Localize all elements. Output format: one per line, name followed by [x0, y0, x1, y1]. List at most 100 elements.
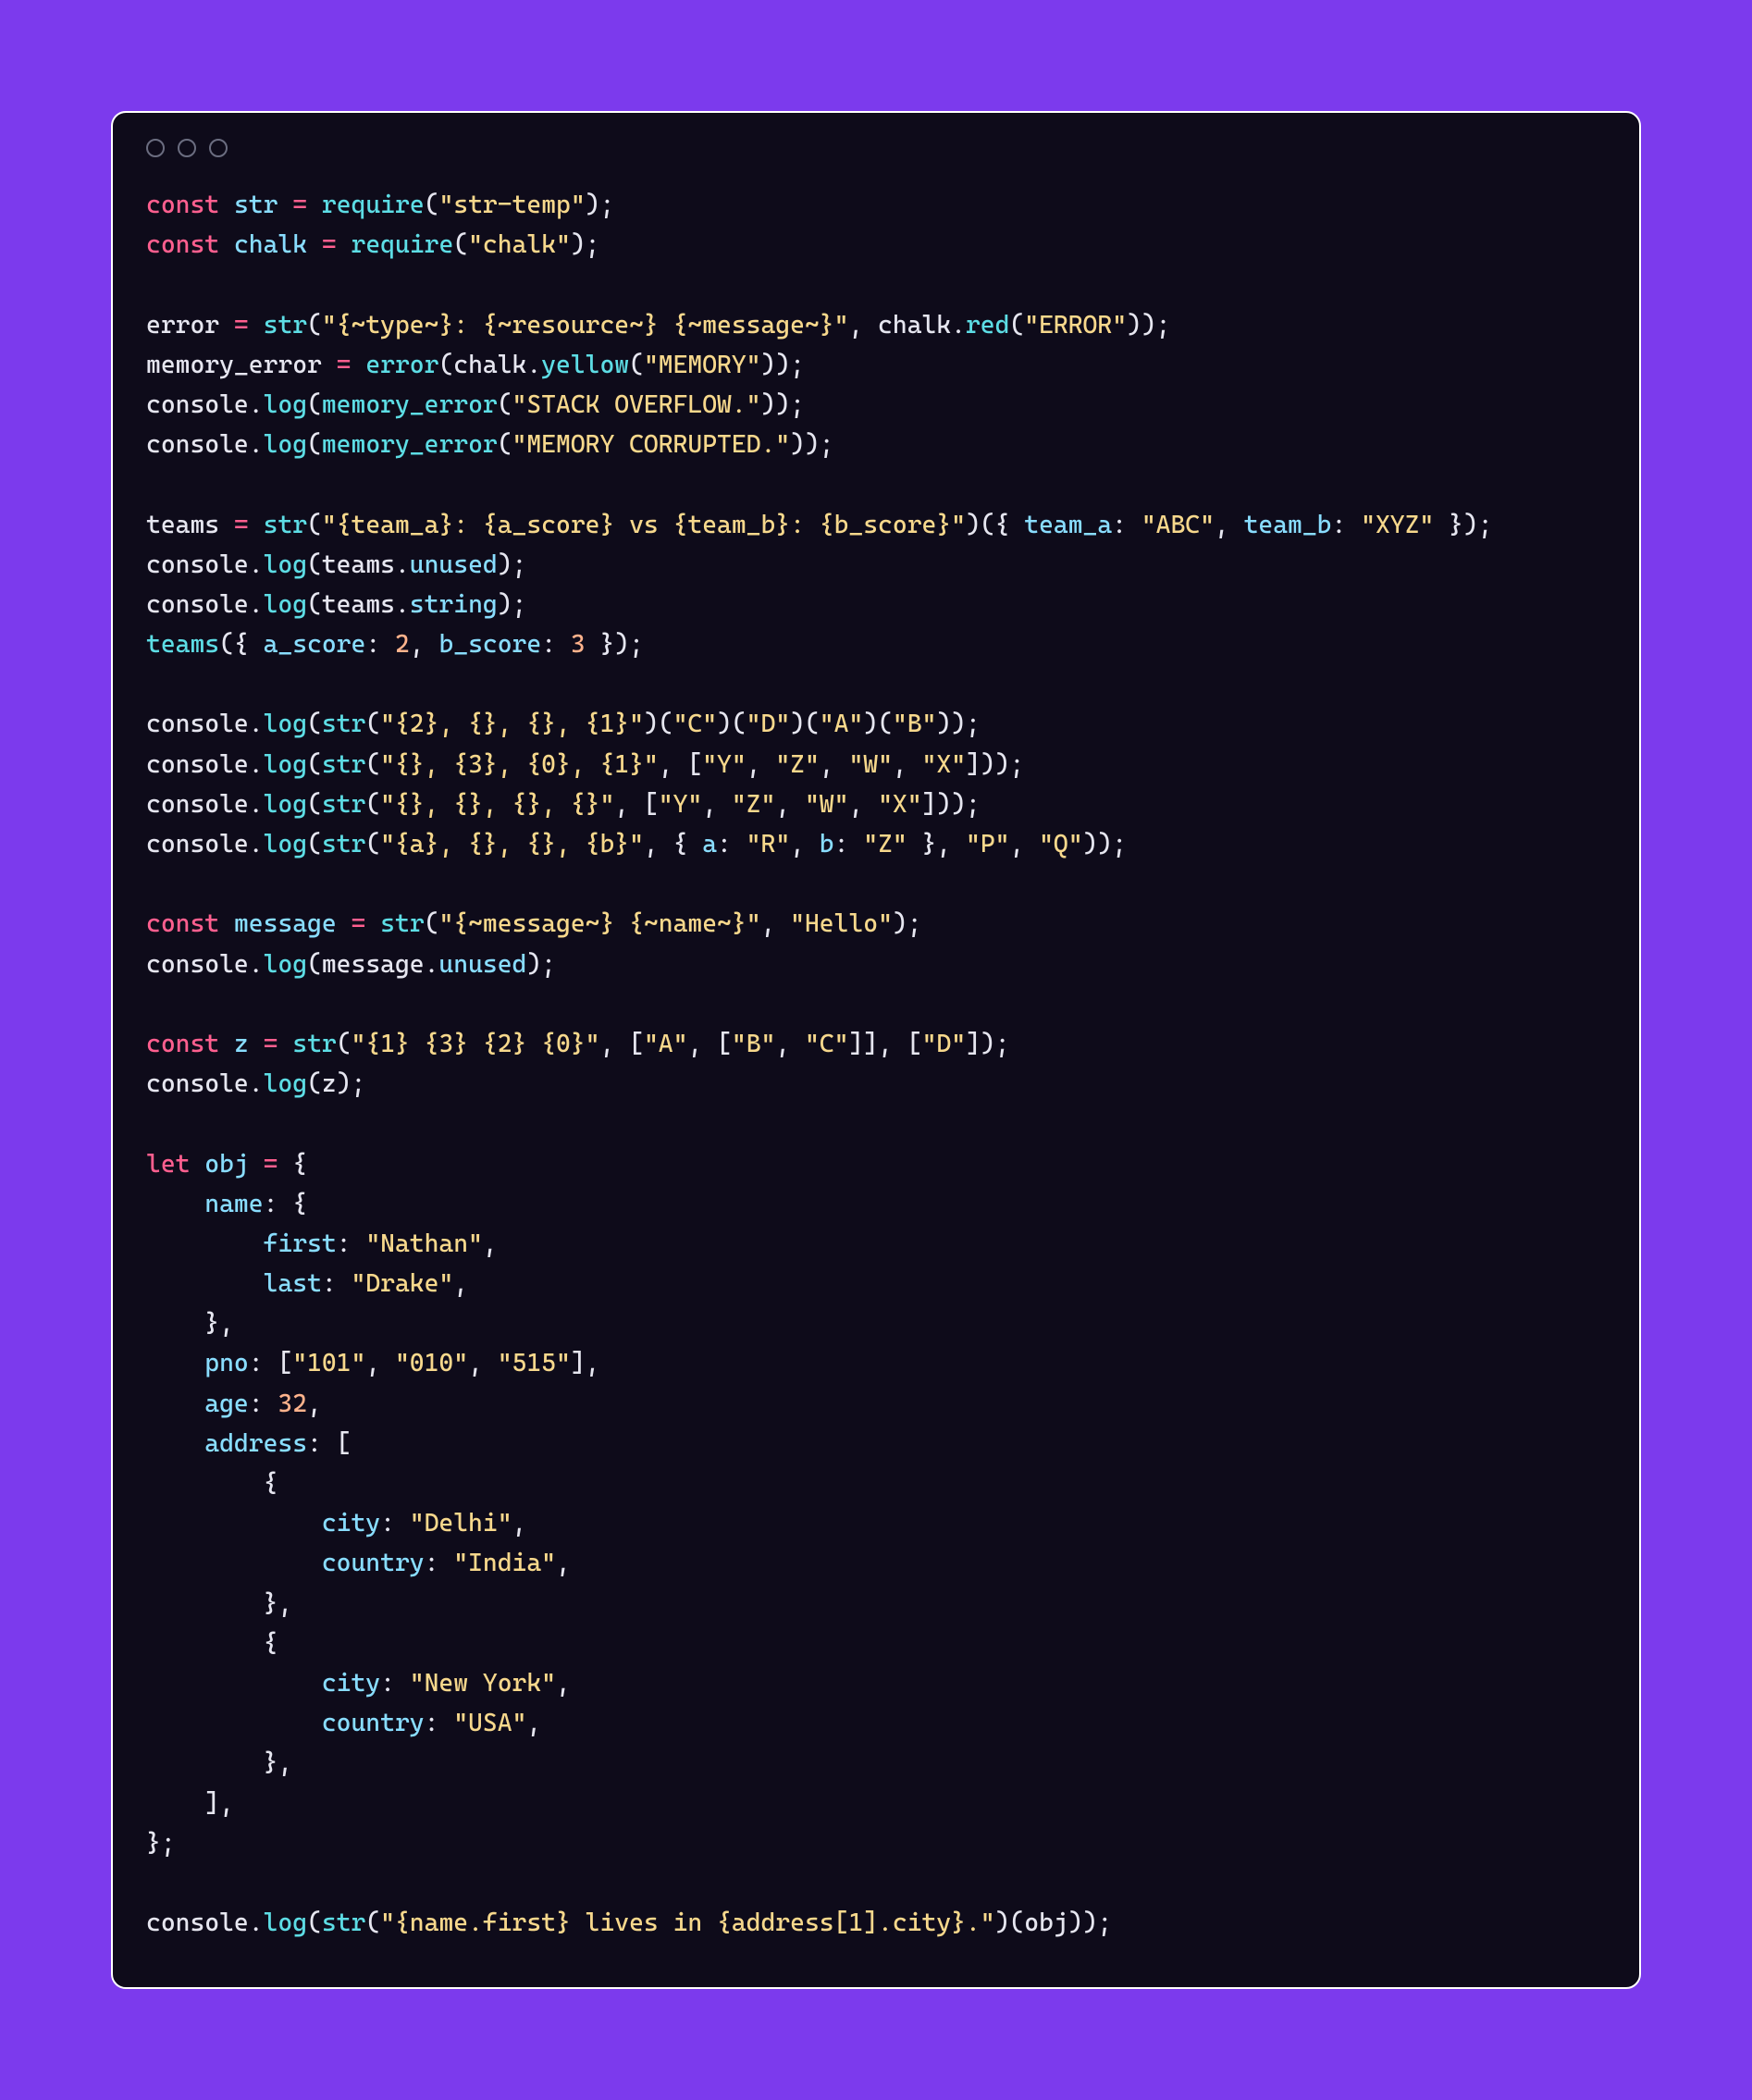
token-pn: console.	[146, 830, 264, 859]
token-pn: (	[425, 909, 439, 938]
token-pn: {	[278, 1150, 307, 1179]
token-pn: )({	[966, 511, 1024, 539]
token-pn: ,	[307, 1390, 322, 1418]
token-pn: ]));	[966, 750, 1024, 779]
token-str: "ERROR"	[1024, 311, 1127, 340]
token-pn: ));	[936, 710, 980, 738]
token-str: "New York"	[410, 1669, 556, 1698]
code-line: teams = str("{team_a}: {a_score} vs {tea…	[146, 511, 1493, 539]
token-fn: teams	[146, 630, 219, 659]
token-kw: let	[146, 1150, 190, 1179]
code-line: country: "USA",	[146, 1709, 541, 1737]
token-str: "D"	[746, 710, 790, 738]
code-line: const str = require("str-temp");	[146, 191, 614, 219]
token-pn: ));	[760, 390, 804, 419]
code-line: let obj = {	[146, 1150, 307, 1179]
token-fn: error	[365, 351, 438, 379]
token-pn: ({	[219, 630, 263, 659]
traffic-light-max-icon[interactable]	[209, 139, 228, 157]
token-pn	[249, 511, 264, 539]
token-var: message	[234, 909, 337, 938]
token-str: "str-temp"	[438, 191, 585, 219]
token-pn: )(	[863, 710, 893, 738]
token-pn: )(	[790, 710, 820, 738]
token-pn: ,	[820, 750, 849, 779]
token-pn: ,	[1215, 511, 1244, 539]
token-pn: , chalk.	[848, 311, 966, 340]
token-var: z	[234, 1030, 249, 1058]
token-pn: ,	[775, 790, 805, 819]
code-line: console.log(teams.unused);	[146, 550, 526, 579]
token-pn	[278, 191, 292, 219]
token-fn: log	[264, 430, 307, 459]
token-pn: {	[146, 1469, 278, 1498]
code-line: name: {	[146, 1190, 307, 1218]
token-pn	[146, 1349, 204, 1377]
code-line: const message = str("{~message~} {~name~…	[146, 909, 922, 938]
token-key: pno	[204, 1349, 248, 1377]
token-pn: ],	[146, 1789, 234, 1818]
token-pn: },	[146, 1309, 234, 1338]
token-pn: memory_error	[146, 351, 337, 379]
code-line: };	[146, 1829, 176, 1858]
token-key: country	[322, 1709, 425, 1737]
token-key: b_score	[438, 630, 541, 659]
token-op: =	[234, 311, 249, 340]
token-str: "USA"	[453, 1709, 526, 1737]
token-str: "R"	[746, 830, 790, 859]
token-prop: unused	[438, 950, 526, 979]
token-str: "{1} {3} {2} {0}"	[352, 1030, 600, 1058]
token-key: age	[204, 1390, 248, 1418]
token-pn	[249, 1030, 264, 1058]
token-str: "Y"	[659, 790, 702, 819]
token-key: team_b	[1244, 511, 1332, 539]
token-kw: const	[146, 1030, 219, 1058]
token-str: "Z"	[863, 830, 907, 859]
token-pn: ]);	[966, 1030, 1009, 1058]
code-line: console.log(memory_error("MEMORY CORRUPT…	[146, 430, 834, 459]
token-str: "{a}, {}, {}, {b}"	[380, 830, 644, 859]
token-pn: (	[307, 790, 322, 819]
token-pn: (	[307, 710, 322, 738]
token-fn: log	[264, 550, 307, 579]
token-fn: str	[322, 830, 365, 859]
token-pn	[337, 230, 352, 259]
code-line: console.log(str("{a}, {}, {}, {b}", { a:…	[146, 830, 1127, 859]
token-pn: ));	[1127, 311, 1170, 340]
token-pn: ,	[556, 1549, 571, 1577]
token-pn: :	[249, 1390, 278, 1418]
code-line: {	[146, 1629, 278, 1658]
token-fn: log	[264, 590, 307, 619]
traffic-light-min-icon[interactable]	[178, 139, 196, 157]
token-pn: (	[365, 830, 380, 859]
token-pn	[365, 909, 380, 938]
token-pn: );	[893, 909, 922, 938]
token-pn: (	[307, 750, 322, 779]
token-pn: :	[337, 1229, 366, 1258]
token-pn: :	[1112, 511, 1141, 539]
token-fn: log	[264, 390, 307, 419]
token-fn: log	[264, 830, 307, 859]
token-pn: },	[146, 1748, 292, 1777]
code-line: console.log(str("{}, {3}, {0}, {1}", ["Y…	[146, 750, 1024, 779]
token-pn	[146, 1190, 204, 1218]
token-pn: );	[586, 191, 615, 219]
token-fn: str	[322, 790, 365, 819]
token-key: city	[322, 1509, 380, 1538]
token-pn: (	[365, 750, 380, 779]
token-pn: :	[425, 1549, 454, 1577]
token-pn: ));	[761, 351, 805, 379]
token-key: a_score	[264, 630, 366, 659]
token-pn: (	[307, 1909, 322, 1937]
token-str: "Q"	[1039, 830, 1082, 859]
code-line: last: "Drake",	[146, 1269, 468, 1298]
token-pn: (message.	[307, 950, 438, 979]
token-prop: string	[410, 590, 498, 619]
token-pn: console.	[146, 390, 264, 419]
token-pn: ,	[483, 1229, 498, 1258]
token-pn: : {	[264, 1190, 307, 1218]
token-fn: require	[352, 230, 454, 259]
token-kw: const	[146, 191, 219, 219]
traffic-light-close-icon[interactable]	[146, 139, 165, 157]
token-var: str	[234, 191, 278, 219]
